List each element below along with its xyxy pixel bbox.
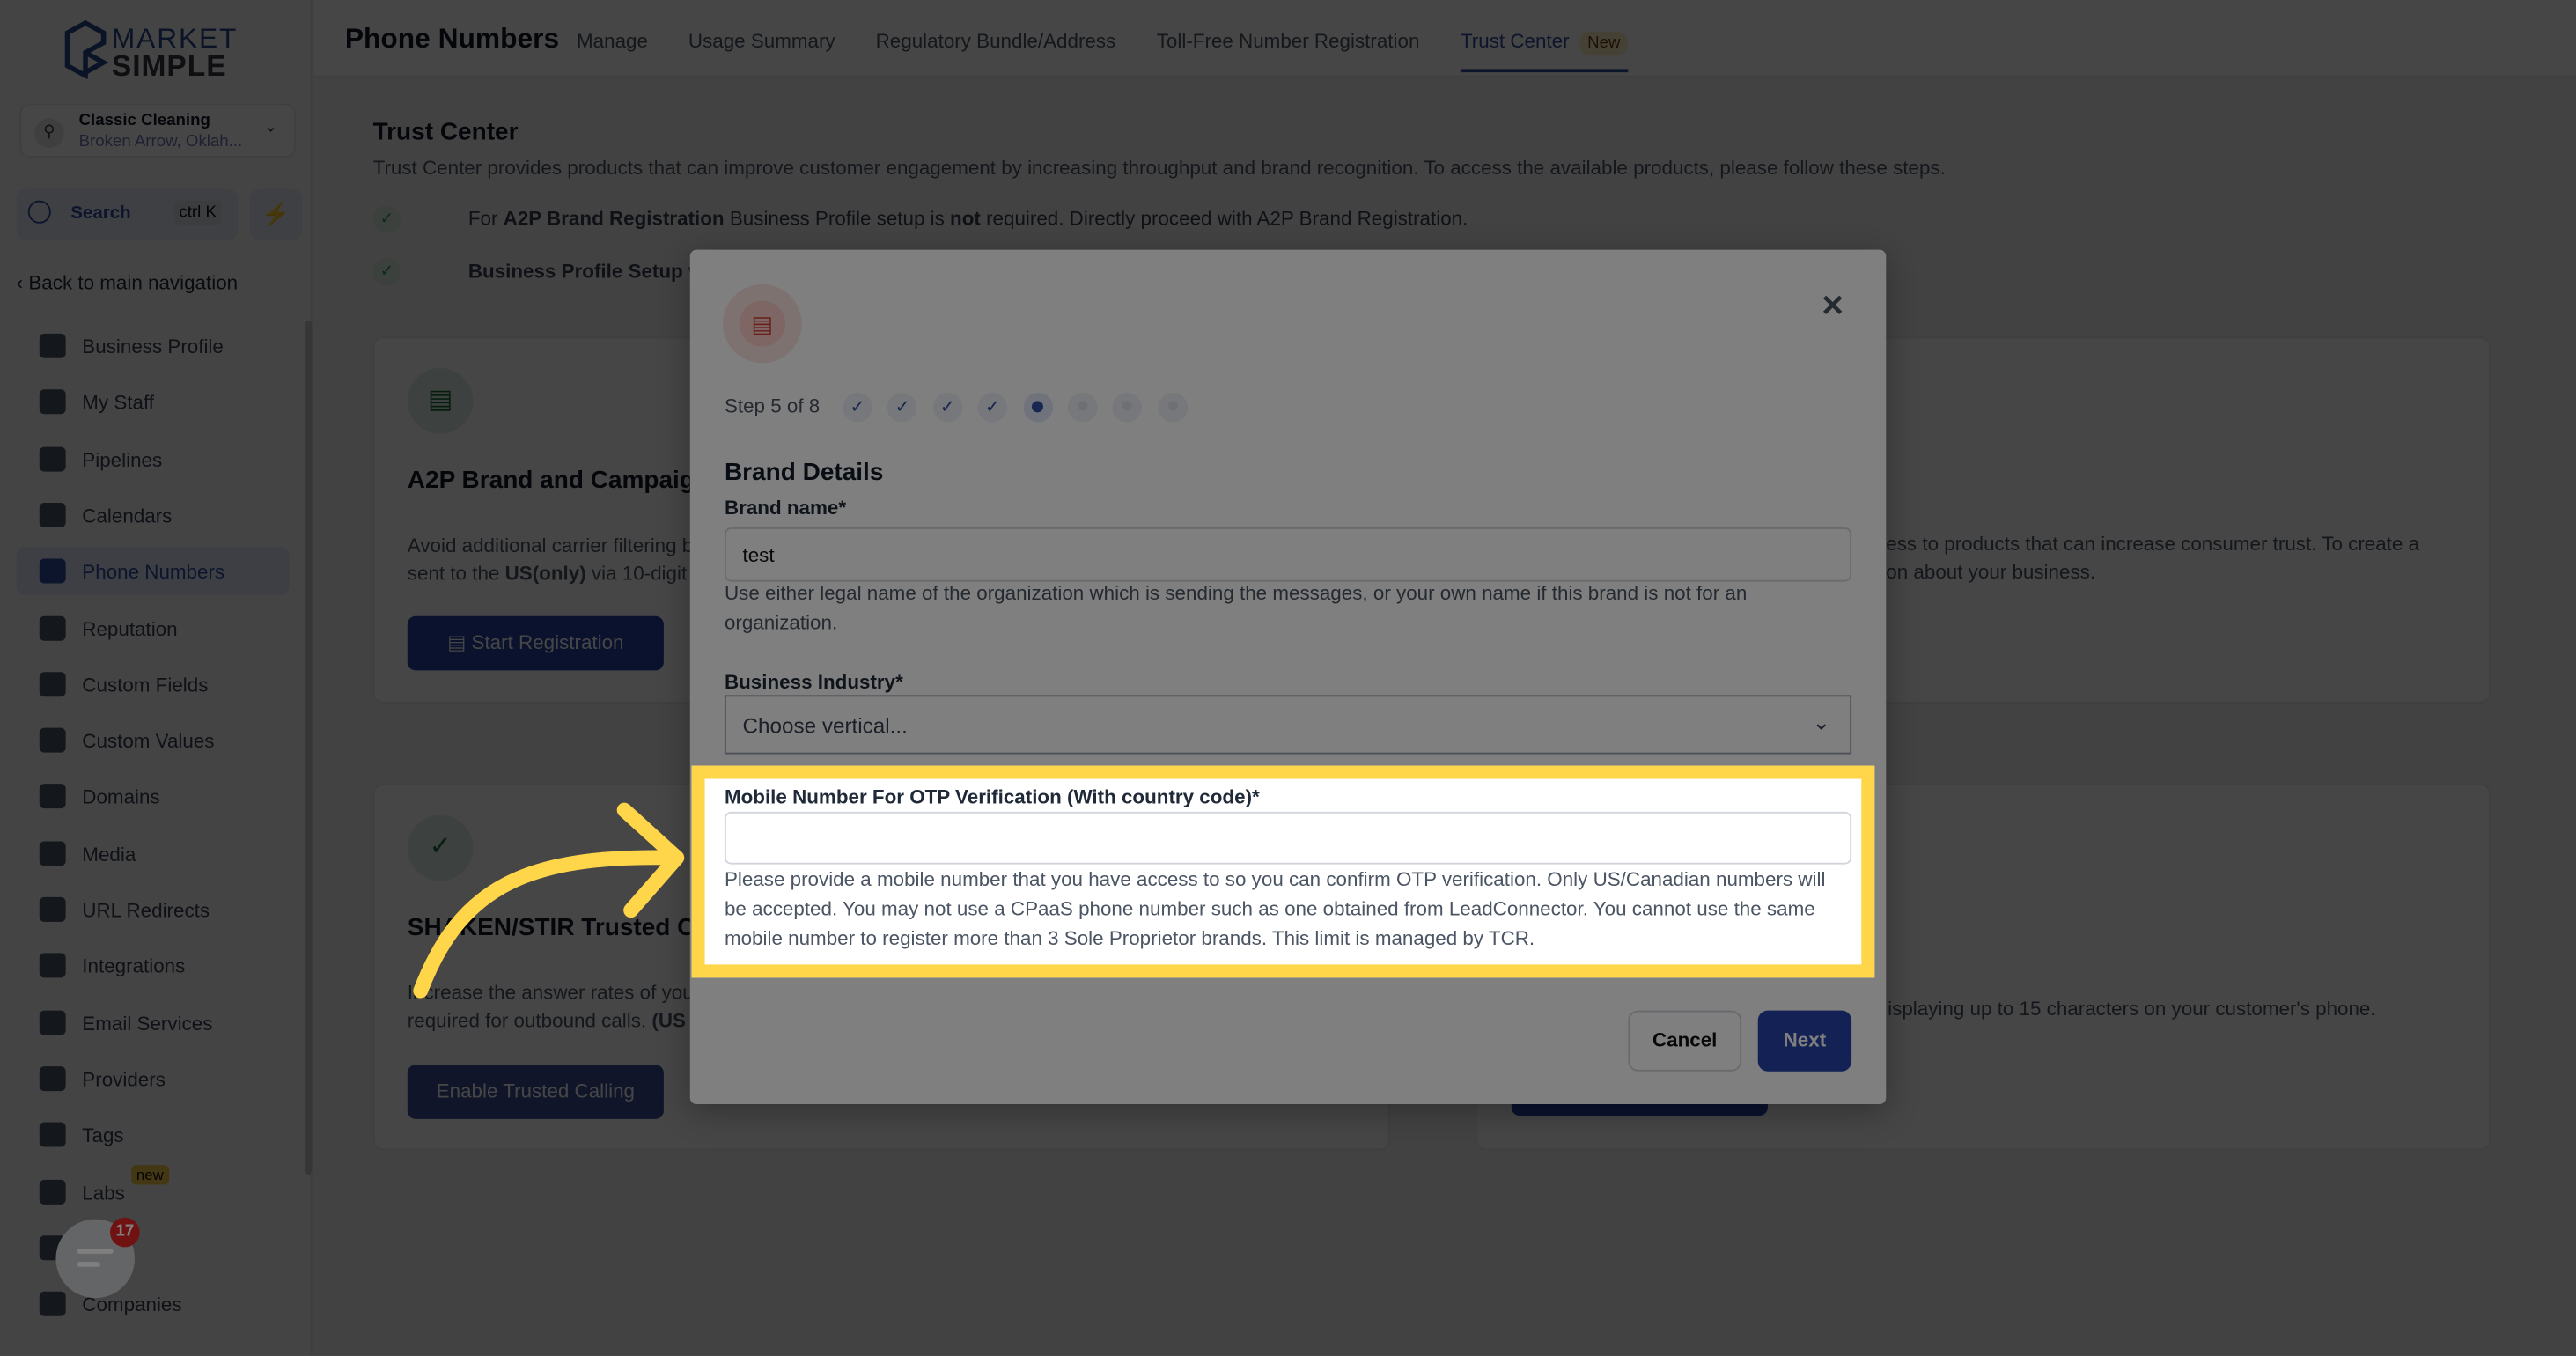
annotation-arrow-icon [413,802,685,999]
